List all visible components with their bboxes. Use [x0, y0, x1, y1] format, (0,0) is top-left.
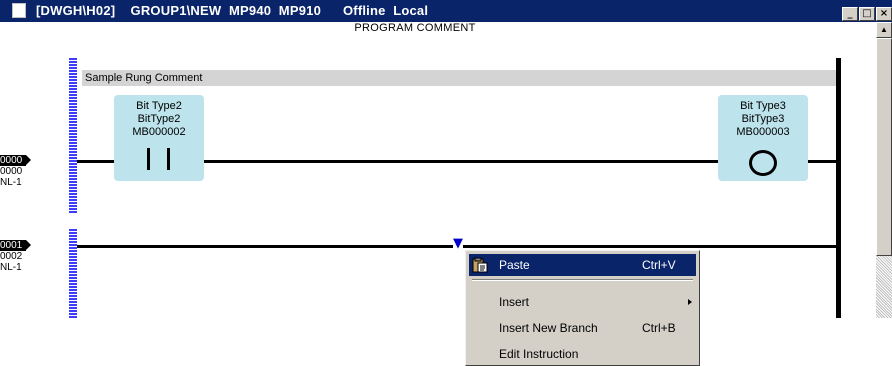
- submenu-arrow-icon: [688, 299, 692, 305]
- nest-level: NL-1: [0, 262, 22, 273]
- menu-item-paste[interactable]: Paste Ctrl+V: [469, 254, 696, 276]
- window-controls: _ □ ×: [841, 3, 892, 21]
- title-status: Offline Local: [343, 3, 429, 18]
- window-title: [DWGH\H02] GROUP1\NEW MP940 MP910 Offline…: [36, 3, 428, 18]
- contact-icon: [147, 148, 150, 170]
- rung-number-block[interactable]: 0001 0002 NL-1: [0, 240, 62, 273]
- contact-instruction[interactable]: Bit Type2 BitType2 MB000002: [114, 95, 204, 181]
- menu-item-accelerator: Ctrl+B: [642, 321, 676, 335]
- scroll-thumb[interactable]: [876, 38, 892, 256]
- title-path: [DWGH\H02] GROUP1\NEW MP940 MP910: [36, 3, 321, 18]
- rung-number: 0001: [0, 240, 32, 251]
- ladder-editor-window: [DWGH\H02] GROUP1\NEW MP940 MP910 Offline…: [0, 0, 892, 318]
- menu-item-accelerator: Ctrl+V: [642, 258, 676, 272]
- rung-comment[interactable]: Sample Rung Comment: [82, 70, 836, 86]
- paste-icon: [472, 257, 488, 273]
- element-label: Bit Type2: [136, 100, 182, 112]
- coil-icon: [749, 150, 777, 176]
- menu-item-edit-instruction[interactable]: Edit Instruction: [469, 343, 696, 365]
- program-comment: PROGRAM COMMENT: [354, 22, 476, 34]
- element-address: MB000002: [132, 126, 186, 138]
- element-label: BitType3: [741, 113, 785, 125]
- close-button[interactable]: ×: [876, 7, 892, 21]
- right-power-rail: [836, 58, 841, 318]
- left-power-rail: [69, 229, 77, 318]
- menu-item-insert[interactable]: Insert: [469, 291, 696, 313]
- minimize-button[interactable]: _: [842, 7, 858, 21]
- menu-separator: [472, 279, 693, 281]
- scroll-track[interactable]: [876, 256, 892, 318]
- coil-instruction[interactable]: Bit Type3 BitType3 MB000003: [718, 95, 808, 181]
- element-label: BitType2: [137, 113, 181, 125]
- insert-cursor-icon: ▼: [453, 236, 463, 251]
- element-label: Bit Type3: [740, 100, 786, 112]
- menu-item-label: Edit Instruction: [499, 347, 579, 361]
- context-menu: Paste Ctrl+V Insert Insert New Branch Ct…: [465, 250, 700, 366]
- scroll-up-button[interactable]: ▲: [876, 22, 892, 38]
- rung-number: 0000: [0, 155, 32, 166]
- title-bar[interactable]: [DWGH\H02] GROUP1\NEW MP940 MP910 Offline…: [0, 0, 892, 22]
- menu-item-label: Insert New Branch: [499, 321, 598, 335]
- nest-level: NL-1: [0, 177, 22, 188]
- maximize-button[interactable]: □: [859, 7, 875, 21]
- app-icon[interactable]: [12, 3, 26, 18]
- vertical-scrollbar[interactable]: ▲: [876, 22, 892, 318]
- contact-icon: [167, 148, 170, 170]
- rung-number-block[interactable]: 0000 0000 NL-1: [0, 155, 62, 188]
- menu-item-label: Insert: [499, 295, 530, 309]
- menu-item-label: Paste: [499, 258, 530, 272]
- step-number: 0002: [0, 251, 23, 262]
- menu-item-insert-new-branch[interactable]: Insert New Branch Ctrl+B: [469, 317, 696, 339]
- left-power-rail: [69, 58, 77, 214]
- step-number: 0000: [0, 166, 23, 177]
- element-address: MB000003: [736, 126, 790, 138]
